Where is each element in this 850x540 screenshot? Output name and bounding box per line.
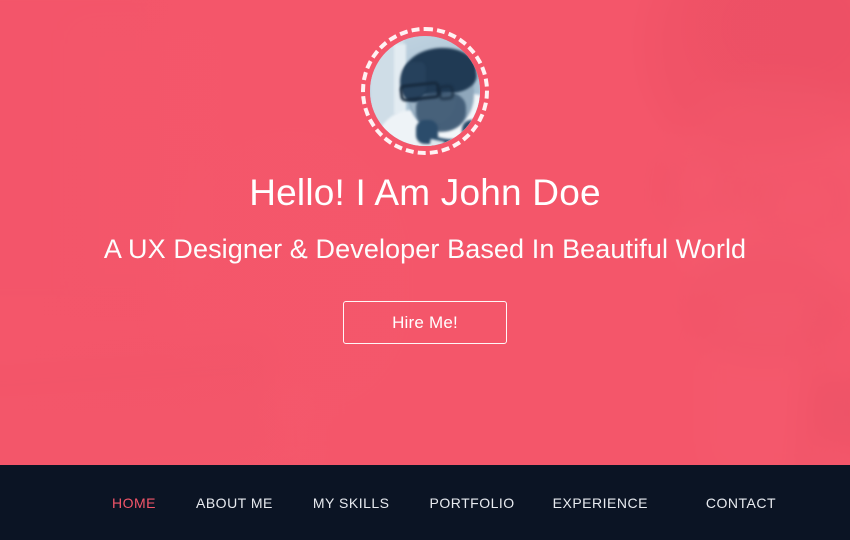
hire-me-button[interactable]: Hire Me! [343, 301, 507, 344]
avatar [361, 27, 489, 155]
page-title: Hello! I Am John Doe [249, 172, 601, 213]
page-subtitle: A UX Designer & Developer Based In Beaut… [103, 234, 747, 264]
nav-item-experience[interactable]: EXPERIENCE [553, 489, 648, 517]
nav-item-home[interactable]: HOME [112, 489, 156, 517]
nav-item-contact[interactable]: CONTACT [706, 489, 776, 517]
nav-list: HOME ABOUT ME MY SKILLS PORTFOLIO EXPERI… [0, 465, 850, 540]
hero-content: Hello! I Am John Doe A UX Designer & Dev… [0, 0, 850, 465]
hero-section: Hello! I Am John Doe A UX Designer & Dev… [0, 0, 850, 465]
nav-item-about-me[interactable]: ABOUT ME [196, 489, 273, 517]
nav-item-portfolio[interactable]: PORTFOLIO [430, 489, 515, 517]
main-navigation: HOME ABOUT ME MY SKILLS PORTFOLIO EXPERI… [0, 465, 850, 540]
portfolio-landing-page: Hello! I Am John Doe A UX Designer & Dev… [0, 0, 850, 540]
avatar-image [370, 36, 480, 146]
nav-item-my-skills[interactable]: MY SKILLS [313, 489, 390, 517]
